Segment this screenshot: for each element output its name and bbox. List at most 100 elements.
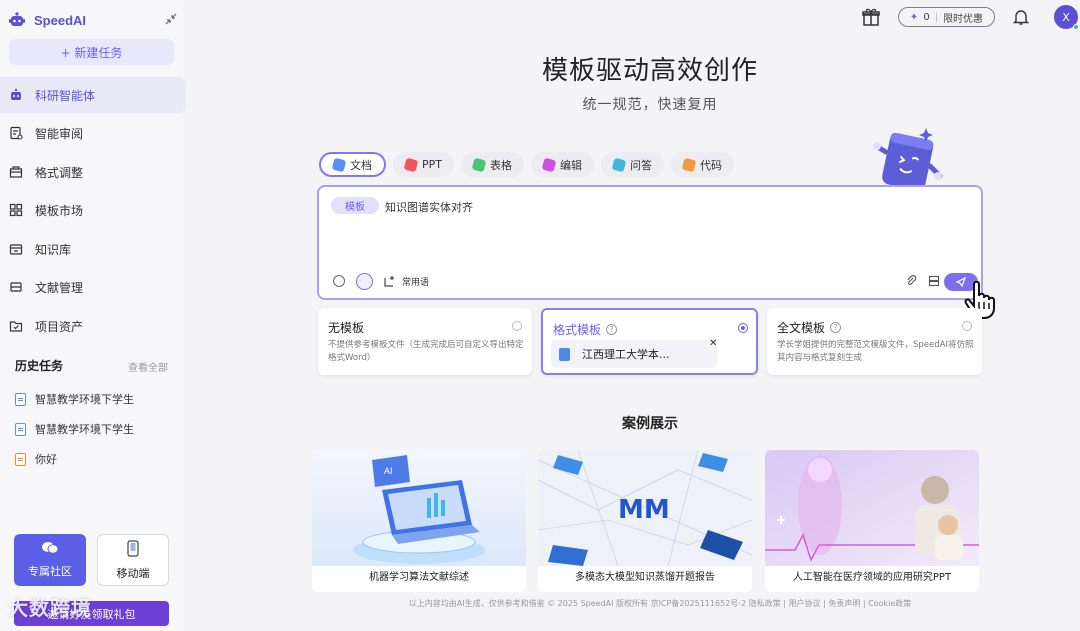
collapse-sidebar-icon[interactable] <box>164 12 178 26</box>
svg-text:AI: AI <box>384 466 393 476</box>
page-title: 模板驱动高效创作 <box>541 56 758 86</box>
template-radio[interactable] <box>738 323 748 333</box>
tab-label: PPT <box>422 158 442 171</box>
tab-label: 表格 <box>490 158 512 172</box>
lightning-icon: ✦ <box>909 11 919 23</box>
sidebar-item-review[interactable]: 智能审阅 <box>0 115 186 151</box>
globe-icon[interactable] <box>333 275 345 287</box>
mobile-label: 移动端 <box>116 566 150 580</box>
robot-icon <box>11 88 21 100</box>
sidebar: SpeedAI + 新建任务 科研智能体 智能审阅 格式调整 模板市场 知识库 … <box>0 0 186 631</box>
tab-qa[interactable]: 问答 <box>601 152 664 177</box>
footer-text: 以上内容均由AI生成，仅供参考和借鉴 © 2025 SpeedAI 版权所有 京… <box>408 599 912 608</box>
attachment-icon[interactable] <box>905 275 917 287</box>
logo[interactable]: SpeedAI <box>8 9 180 31</box>
presentation-icon <box>15 452 26 466</box>
phone-icon <box>127 539 139 557</box>
help-icon[interactable]: ? <box>606 324 618 335</box>
word-file-icon <box>559 347 570 361</box>
history-item[interactable]: 智慧教学环境下学生 <box>15 421 134 437</box>
gift-icon[interactable] <box>861 7 881 27</box>
edit-tab-icon <box>541 157 557 172</box>
community-label: 专属社区 <box>28 565 72 578</box>
sidebar-item-literature[interactable]: 文献管理 <box>0 269 186 305</box>
sidebar-item-knowledge[interactable]: 知识库 <box>0 231 186 267</box>
robot-mascot-icon <box>873 128 943 188</box>
literature-icon <box>10 282 22 292</box>
case-caption: 机器学习算法文献综述 <box>369 572 469 583</box>
document-tab-icon <box>331 157 347 172</box>
ml-laptop-illustration: AI <box>312 450 526 566</box>
tab-edit[interactable]: 编辑 <box>531 152 594 177</box>
format-icon <box>9 166 23 178</box>
case-caption: 人工智能在医疗领域的应用研究PPT <box>792 572 952 583</box>
credits-count: 0 <box>923 11 930 23</box>
sidebar-item-assets[interactable]: 项目资产 <box>0 308 186 344</box>
sidebar-item-label: 智能审阅 <box>35 126 84 141</box>
template-card-full[interactable]: 全文模板? 学长学姐提供的完整范文模版文件，SpeedAI将仿照其内容与格式复刻… <box>767 308 982 375</box>
template-market-icon <box>9 203 23 217</box>
sidebar-item-template-market[interactable]: 模板市场 <box>0 192 186 228</box>
tab-document[interactable]: 文档 <box>319 152 386 177</box>
common-phrases-button[interactable]: 常用语 <box>383 273 429 290</box>
template-card-format[interactable]: 格式模板? 江西理工大学本... ✕ <box>541 308 758 375</box>
new-task-button[interactable]: + 新建任务 <box>9 39 174 65</box>
community-button[interactable]: 专属社区 <box>14 534 86 586</box>
template-radio[interactable] <box>962 321 972 331</box>
history-item[interactable]: 你好 <box>15 451 57 467</box>
help-icon[interactable]: ? <box>830 322 842 333</box>
sidebar-item-research-agent[interactable]: 科研智能体 <box>0 77 185 113</box>
remove-file-icon[interactable]: ✕ <box>709 338 717 349</box>
database-icon[interactable] <box>356 273 373 290</box>
template-file-name: 江西理工大学本... <box>582 348 670 361</box>
case-card[interactable]: AI 机器学习算法文献综述 <box>312 450 526 592</box>
history-item-label: 你好 <box>35 453 57 466</box>
mobile-button[interactable]: 移动端 <box>97 534 169 586</box>
layers-icon[interactable] <box>928 275 940 287</box>
medical-ai-illustration <box>765 450 979 566</box>
sidebar-item-label: 科研智能体 <box>35 88 96 103</box>
credits-offer-pill[interactable]: ✦ 0 | 限时优惠 <box>898 7 995 27</box>
history-title: 历史任务 <box>15 359 64 373</box>
history-item[interactable]: 智慧教学环境下学生 <box>15 391 134 407</box>
prompt-text[interactable]: 知识图谱实体对齐 <box>385 199 473 215</box>
template-card-desc: 学长学姐提供的完整范文模版文件，SpeedAI将仿照其内容与格式复刻生成 <box>777 340 974 363</box>
template-tag[interactable]: 模板 <box>331 197 379 214</box>
case-caption: 多模态大模型知识蒸馏开题报告 <box>575 572 715 583</box>
knowledge-icon <box>9 244 23 255</box>
case-card[interactable]: MM 多模态大模型知识蒸馏开题报告 <box>538 450 752 592</box>
template-card-title: 全文模板? <box>777 319 842 336</box>
assets-icon <box>9 321 23 332</box>
watermark-text: 大数跨境 <box>8 596 92 620</box>
history-item-label: 智慧教学环境下学生 <box>35 393 134 406</box>
history-item-label: 智慧教学环境下学生 <box>35 423 134 436</box>
template-file-chip[interactable]: 江西理工大学本... <box>551 340 717 368</box>
tab-table[interactable]: 表格 <box>461 152 524 177</box>
tab-ppt[interactable]: PPT <box>393 152 454 177</box>
tab-code[interactable]: 代码 <box>671 152 734 177</box>
template-radio[interactable] <box>512 321 522 331</box>
review-icon <box>10 126 23 140</box>
table-tab-icon <box>471 157 487 172</box>
template-card-none[interactable]: 无模板 不提供参考模板文件（生成完成后可自定义导出特定格式Word） <box>318 308 532 375</box>
tab-label: 文档 <box>350 158 372 172</box>
app-name: SpeedAI <box>34 12 87 28</box>
tab-label: 编辑 <box>560 158 582 172</box>
page-subtitle: 统一规范，快速复用 <box>582 97 718 113</box>
document-icon <box>15 422 26 436</box>
bell-icon[interactable] <box>1012 8 1030 26</box>
prompt-input-box[interactable]: 模板 知识图谱实体对齐 常用语 <box>317 185 983 300</box>
template-card-desc: 不提供参考模板文件（生成完成后可自定义导出特定格式Word） <box>328 340 524 363</box>
multimodal-illustration: MM <box>538 450 752 566</box>
template-title-text: 格式模板 <box>553 323 602 337</box>
sidebar-item-format[interactable]: 格式调整 <box>0 154 186 190</box>
history-view-all-link[interactable]: 查看全部 <box>128 359 168 374</box>
template-title-text: 全文模板 <box>777 321 826 335</box>
template-title-text: 无模板 <box>328 321 365 335</box>
sidebar-item-label: 模板市场 <box>35 203 84 218</box>
sidebar-item-label: 格式调整 <box>35 165 84 180</box>
offer-label: 限时优惠 <box>943 13 984 25</box>
template-card-title: 格式模板? <box>553 321 618 338</box>
tab-label: 问答 <box>630 158 652 172</box>
case-card[interactable]: 人工智能在医疗领域的应用研究PPT <box>765 450 979 592</box>
